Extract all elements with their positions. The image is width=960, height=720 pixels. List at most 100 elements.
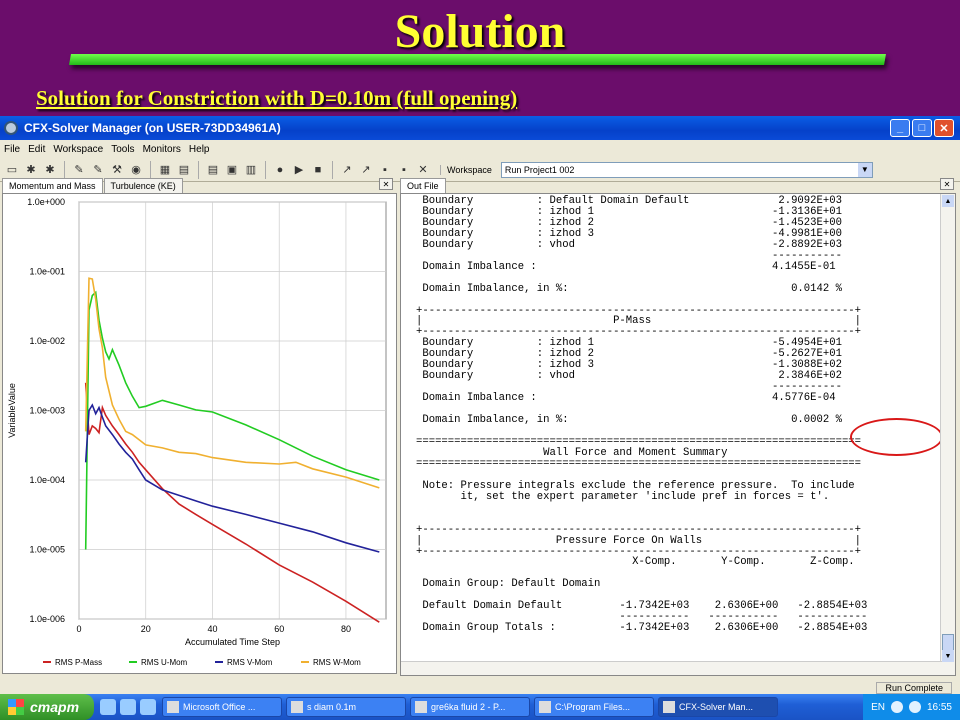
cfx-icon xyxy=(663,701,675,713)
close-button[interactable]: ✕ xyxy=(934,119,954,137)
out-line: | Pressure Force On Walls | xyxy=(416,534,862,547)
status-bar: Run Complete xyxy=(0,682,960,694)
menu-help[interactable]: Help xyxy=(189,144,210,155)
out-line xyxy=(416,273,867,284)
out-file-content: Boundary : Default Domain Default 2.9092… xyxy=(416,196,867,634)
y-tick-label: 1.0e-002 xyxy=(29,336,65,346)
x-tick-label: 40 xyxy=(207,624,217,634)
task-console[interactable]: C:\Program Files... xyxy=(534,697,654,717)
maximize-button[interactable]: □ xyxy=(912,119,932,137)
legend-label: RMS U-Mom xyxy=(141,658,188,667)
out-line: Domain Imbalance : 4.1455E-01 xyxy=(416,260,836,273)
task-ms-office[interactable]: Microsoft Office ... xyxy=(162,697,282,717)
out-line: Domain Imbalance, in %: 0.0142 % xyxy=(416,282,842,295)
out-file-text[interactable]: Boundary : Default Domain Default 2.9092… xyxy=(400,193,956,676)
outlook-icon[interactable] xyxy=(120,699,136,715)
legend-label: RMS P-Mass xyxy=(55,658,102,667)
x-tick-label: 60 xyxy=(274,624,284,634)
horizontal-scrollbar[interactable] xyxy=(401,661,942,675)
console-icon xyxy=(539,701,551,713)
y-axis-label: VariableValue xyxy=(7,383,17,438)
menu-edit[interactable]: Edit xyxy=(28,144,45,155)
workspace-label: Workspace xyxy=(440,164,498,175)
task-label: C:\Program Files... xyxy=(555,702,631,712)
x-tick-label: 20 xyxy=(141,624,151,634)
residual-plot: 1.0e-006 1.0e-005 1.0e-004 1.0e-003 1.0e-002… xyxy=(2,193,397,674)
close-pane-icon[interactable]: ✕ xyxy=(379,178,393,190)
status-text: Run Complete xyxy=(876,682,952,694)
out-line: Domain Imbalance, in %: 0.0002 % xyxy=(416,414,842,427)
y-tick-label: 1.0e-005 xyxy=(29,545,65,555)
ie-icon[interactable] xyxy=(100,699,116,715)
start-button[interactable]: старт xyxy=(0,694,94,720)
out-line: +---------------------------------------… xyxy=(416,523,862,536)
outfile-pane: Out File ✕ Boundary : Default Domain Def… xyxy=(400,176,958,676)
y-tick-label: 1.0e-004 xyxy=(29,475,65,485)
highlight-ellipse xyxy=(850,418,943,456)
y-tick-label: 1.0e-006 xyxy=(29,614,65,624)
tray-icon[interactable] xyxy=(890,701,903,713)
out-line xyxy=(416,514,867,525)
task-label: gre6ka fluid 2 - P... xyxy=(431,702,506,712)
slide-title: Solution xyxy=(394,5,566,58)
y-tick-label: 1.0e-001 xyxy=(29,267,65,277)
window-title: CFX-Solver Manager (on USER-73DD34961A) xyxy=(24,121,281,135)
out-line: ========================================… xyxy=(416,457,862,470)
x-tick-label: 80 xyxy=(341,624,351,634)
scroll-down-icon[interactable]: ▼ xyxy=(942,650,954,662)
out-line xyxy=(416,295,867,306)
out-line xyxy=(416,503,867,514)
folder-icon xyxy=(291,701,303,713)
minimize-button[interactable]: _ xyxy=(890,119,910,137)
menu-file[interactable]: File xyxy=(4,144,20,155)
monitor-tabs: Momentum and Mass Turbulence (KE) ✕ xyxy=(2,176,397,193)
menu-monitors[interactable]: Monitors xyxy=(143,144,181,155)
cfx-app-icon xyxy=(4,121,18,135)
y-tick-label: 1.0e+000 xyxy=(27,197,65,207)
tab-out-file[interactable]: Out File xyxy=(400,178,446,193)
start-label: старт xyxy=(30,699,80,715)
task-folder[interactable]: s diam 0.1m xyxy=(286,697,406,717)
out-line: Domain Group: Default Domain xyxy=(416,578,601,591)
legend-label: RMS W-Mom xyxy=(313,658,361,667)
menu-workspace[interactable]: Workspace xyxy=(53,144,103,155)
window-titlebar[interactable]: CFX-Solver Manager (on USER-73DD34961A) … xyxy=(0,116,960,140)
task-cfx-solver[interactable]: CFX-Solver Man... xyxy=(658,697,778,717)
legend-label: RMS V-Mom xyxy=(227,658,273,667)
out-line: Domain Group Totals : -1.7342E+03 2.6306… xyxy=(416,622,868,635)
out-line: X-Comp. Y-Comp. Z-Comp. xyxy=(416,556,855,569)
task-label: Microsoft Office ... xyxy=(183,702,256,712)
y-tick-label: 1.0e-003 xyxy=(29,406,65,416)
taskbar: старт Microsoft Office ... s diam 0.1m g… xyxy=(0,694,960,720)
windows-flag-icon xyxy=(8,699,24,715)
tab-momentum-and-mass[interactable]: Momentum and Mass xyxy=(2,178,103,193)
office-icon xyxy=(167,701,179,713)
residual-chart: 1.0e-006 1.0e-005 1.0e-004 1.0e-003 1.0e-002… xyxy=(7,197,387,667)
vertical-scrollbar[interactable]: ▲ ▼ xyxy=(940,194,955,675)
system-tray: EN 16:55 xyxy=(863,694,960,720)
x-tick-label: 0 xyxy=(76,624,81,634)
tab-turbulence[interactable]: Turbulence (KE) xyxy=(103,178,183,193)
workspace-value: Run Project1 002 xyxy=(504,164,575,175)
menu-tools[interactable]: Tools xyxy=(111,144,134,155)
clock: 16:55 xyxy=(926,701,952,713)
quick-launch xyxy=(100,699,156,715)
outfile-tabs: Out File ✕ xyxy=(400,176,958,193)
task-powerpoint[interactable]: gre6ka fluid 2 - P... xyxy=(410,697,530,717)
powerpoint-icon xyxy=(415,701,427,713)
tray-icon[interactable] xyxy=(908,701,921,713)
slide-subtitle: Solution for Constriction with D=0.10m (… xyxy=(36,86,518,110)
x-axis-label: Accumulated Time Step xyxy=(185,637,280,647)
solver-manager-window: CFX-Solver Manager (on USER-73DD34961A) … xyxy=(0,116,960,720)
out-line: Domain Imbalance : 4.5776E-04 xyxy=(416,392,836,405)
out-line: it, set the expert parameter 'include pr… xyxy=(416,490,830,503)
close-outfile-icon[interactable]: ✕ xyxy=(940,178,954,190)
menu-bar: File Edit Workspace Tools Monitors Help xyxy=(0,140,960,158)
desktop-icon[interactable] xyxy=(140,699,156,715)
chevron-down-icon[interactable]: ▼ xyxy=(857,162,872,177)
task-label: CFX-Solver Man... xyxy=(679,702,754,712)
monitor-pane: Momentum and Mass Turbulence (KE) ✕ 1.0e… xyxy=(2,176,397,674)
scroll-up-icon[interactable]: ▲ xyxy=(942,195,954,207)
title-underline-bar xyxy=(69,54,886,65)
language-indicator[interactable]: EN xyxy=(871,702,885,713)
